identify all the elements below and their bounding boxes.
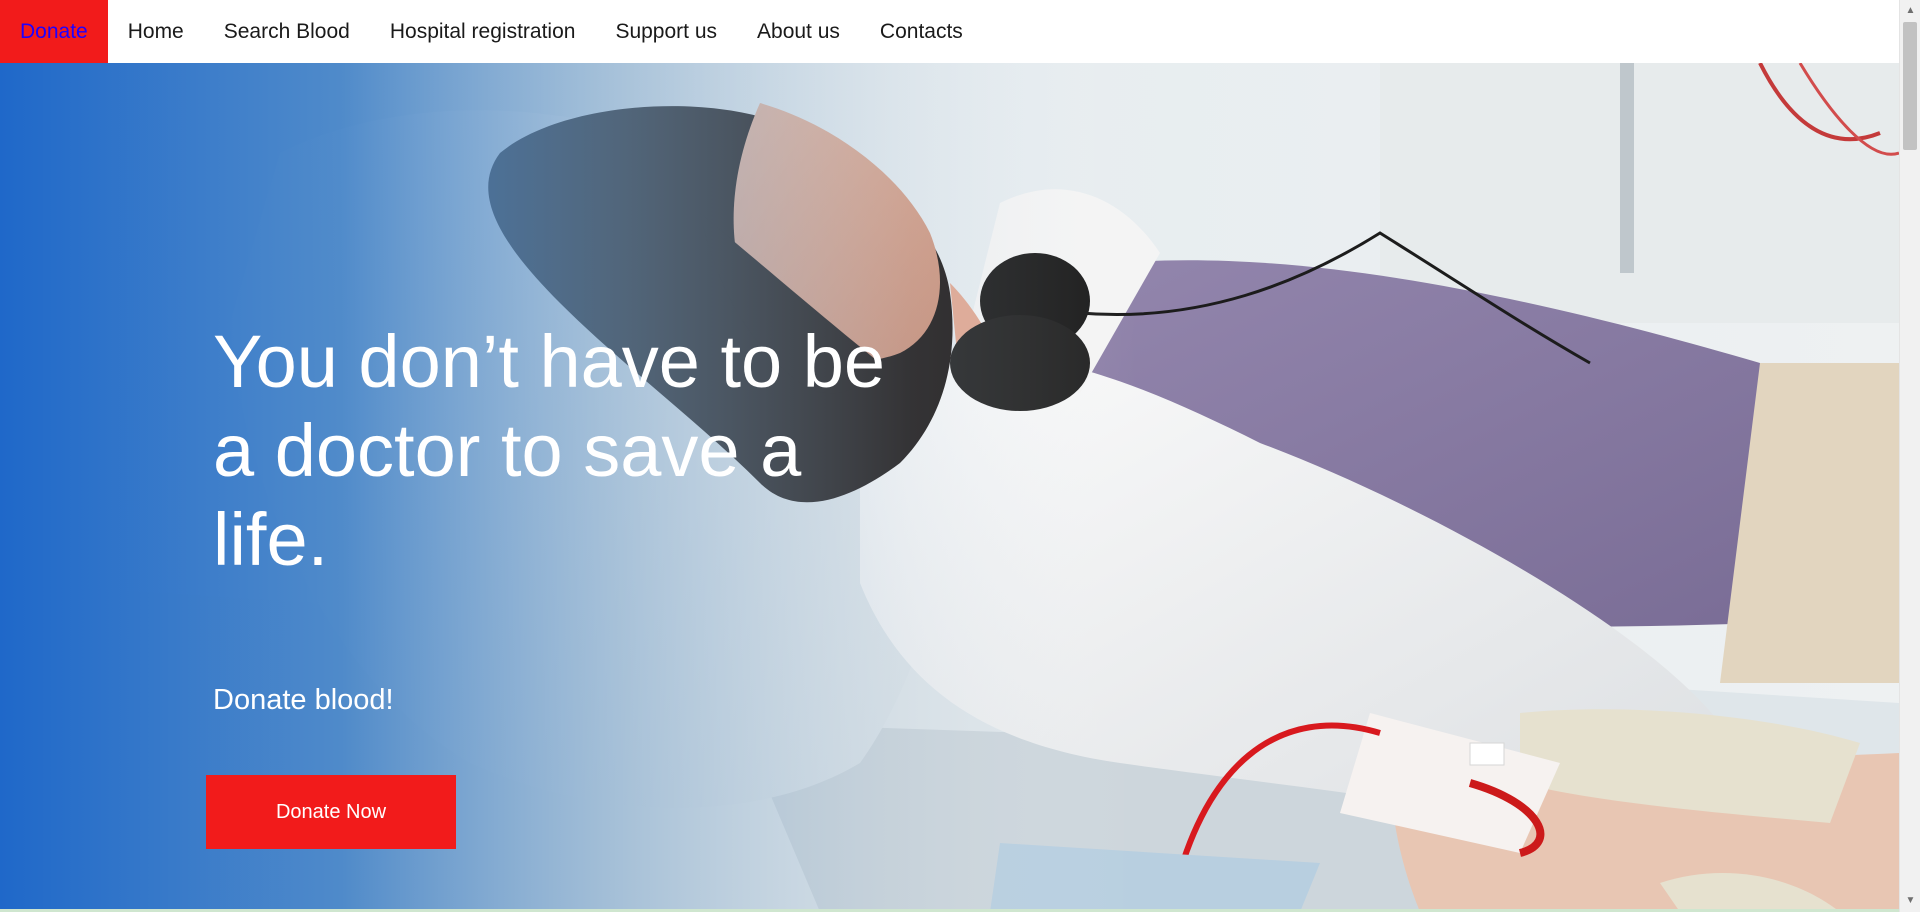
donate-now-button[interactable]: Donate Now — [206, 775, 456, 849]
page-scrollbar[interactable]: ▲ ▼ — [1899, 0, 1920, 912]
top-navigation: Donate Home Search Blood Hospital regist… — [0, 0, 1899, 63]
nav-item-home[interactable]: Home — [108, 0, 204, 63]
scrollbar-thumb[interactable] — [1903, 22, 1917, 150]
nav-item-donate[interactable]: Donate — [0, 0, 108, 63]
scroll-down-arrow-icon[interactable]: ▼ — [1900, 892, 1920, 910]
nav-item-contacts[interactable]: Contacts — [860, 0, 983, 63]
hero-headline: You don’t have to be a doctor to save a … — [213, 320, 886, 581]
scroll-up-arrow-icon[interactable]: ▲ — [1900, 2, 1920, 20]
nav-item-search-blood[interactable]: Search Blood — [204, 0, 370, 63]
nav-item-about-us[interactable]: About us — [737, 0, 860, 63]
hero-subline: Donate blood! — [213, 684, 394, 716]
hero-banner: You don’t have to be a doctor to save a … — [0, 63, 1899, 912]
nav-item-support-us[interactable]: Support us — [595, 0, 737, 63]
nav-item-hospital-registration[interactable]: Hospital registration — [370, 0, 596, 63]
